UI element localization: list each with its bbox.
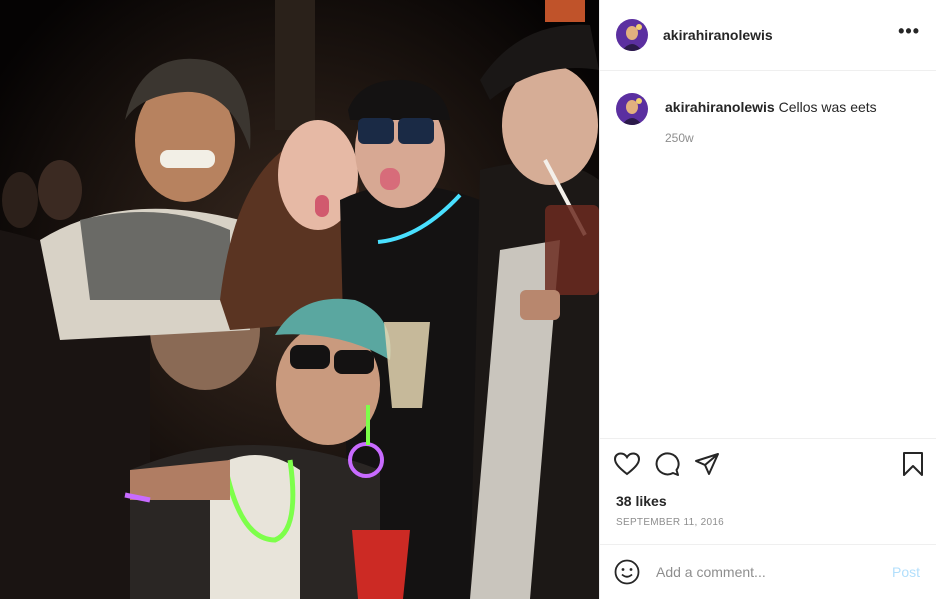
emoji-icon[interactable] [614,559,640,585]
post-comment-button[interactable]: Post [892,564,920,580]
comment-icon[interactable] [654,451,680,476]
avatar-image [616,93,648,125]
comment-input[interactable] [656,564,892,580]
caption-body: akirahiranolewis Cellos was eets 250w [665,93,877,145]
add-comment-bar: Post [600,544,936,599]
caption-comment: akirahiranolewis Cellos was eets 250w [616,93,920,145]
avatar-image [616,19,648,51]
more-horizontal-icon[interactable]: ••• [898,22,920,44]
post-header: akirahiranolewis ••• [600,0,936,71]
post-sidebar: akirahiranolewis ••• akirahiranolewis Ce… [599,0,936,599]
action-bar [600,438,936,488]
username-link[interactable]: akirahiranolewis [663,27,773,43]
avatar[interactable] [616,93,648,125]
post-container: akirahiranolewis ••• akirahiranolewis Ce… [0,0,936,599]
caption-username[interactable]: akirahiranolewis [665,99,775,115]
post-date[interactable]: SEPTEMBER 11, 2016 [600,512,936,544]
heart-icon[interactable] [614,451,640,476]
avatar[interactable] [616,19,648,51]
caption-text: Cellos was eets [778,99,877,115]
comments-section: akirahiranolewis Cellos was eets 250w [600,71,936,438]
bookmark-icon[interactable] [902,451,924,477]
post-photo[interactable] [0,0,599,599]
caption-text-line: akirahiranolewis Cellos was eets [665,98,877,116]
likes-count[interactable]: 38 likes [600,488,936,512]
caption-time[interactable]: 250w [665,131,877,145]
share-icon[interactable] [694,452,720,476]
party-photo-image [0,0,599,599]
